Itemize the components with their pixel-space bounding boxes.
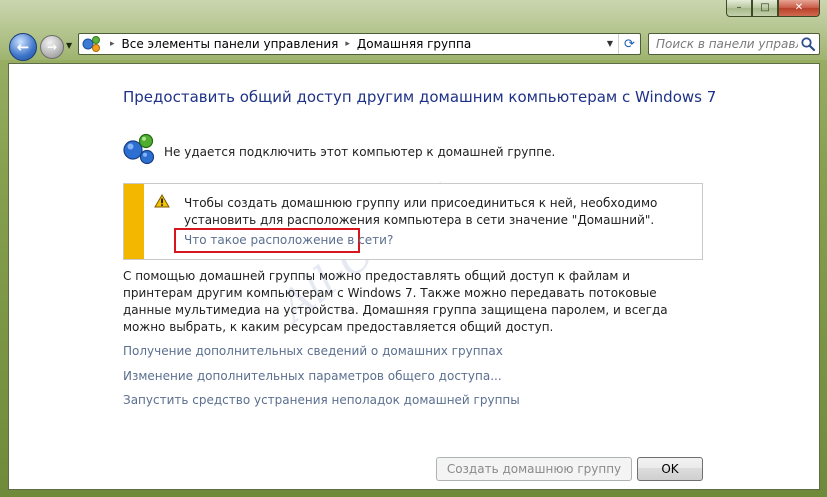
advanced-sharing-settings-link[interactable]: Изменение дополнительных параметров обще… bbox=[123, 369, 502, 383]
homegroup-icon bbox=[121, 132, 157, 166]
close-button[interactable]: ✕ bbox=[778, 0, 820, 17]
breadcrumb-separator: ▸ bbox=[110, 39, 115, 49]
recent-pages-dropdown[interactable]: ▼ bbox=[66, 41, 72, 50]
control-panel-icon bbox=[81, 34, 103, 54]
search-icon[interactable] bbox=[800, 36, 816, 52]
minimize-button[interactable]: – bbox=[726, 0, 752, 17]
ok-button[interactable]: OK bbox=[637, 457, 703, 481]
network-location-link[interactable]: Что такое расположение в сети? bbox=[174, 228, 393, 253]
breadcrumb-all-control-panel-items[interactable]: Все элементы панели управления bbox=[122, 37, 339, 51]
back-button[interactable]: ← bbox=[9, 33, 37, 61]
search-box[interactable]: Поиск в панели управл... bbox=[648, 33, 820, 55]
page-title: Предоставить общий доступ другим домашни… bbox=[123, 88, 717, 106]
window-frame: – □ ✕ ← → ▼ ▸ Все элементы панели управл… bbox=[0, 0, 827, 497]
search-input[interactable]: Поиск в панели управл... bbox=[656, 37, 798, 51]
caption-buttons: – □ ✕ bbox=[726, 0, 820, 19]
arrow-left-icon: ← bbox=[16, 38, 30, 56]
refresh-button[interactable]: ⟳ bbox=[618, 34, 640, 54]
content-panel: All-OS.Ru Предоставить общий доступ друг… bbox=[8, 63, 820, 490]
status-message: Не удается подключить этот компьютер к д… bbox=[164, 145, 556, 159]
refresh-icon: ⟳ bbox=[624, 36, 635, 52]
homegroup-troubleshooter-link[interactable]: Запустить средство устранения неполадок … bbox=[123, 393, 520, 407]
description-text: С помощью домашней группы можно предоста… bbox=[123, 269, 668, 334]
warning-box: Чтобы создать домашнюю группу или присое… bbox=[123, 183, 703, 260]
breadcrumb-homegroup[interactable]: Домашняя группа bbox=[357, 37, 471, 51]
warning-text: Чтобы создать домашнюю группу или присое… bbox=[184, 196, 658, 227]
learn-more-homegroups-link[interactable]: Получение дополнительных сведений о дома… bbox=[123, 344, 503, 358]
address-bar[interactable]: ▸ Все элементы панели управления ▸ Домаш… bbox=[78, 33, 641, 55]
warning-icon bbox=[154, 194, 170, 208]
breadcrumb-separator[interactable]: ▸ bbox=[345, 39, 350, 49]
maximize-button[interactable]: □ bbox=[752, 0, 778, 17]
warning-bar bbox=[124, 184, 144, 259]
forward-button[interactable]: → bbox=[40, 35, 64, 59]
create-homegroup-button[interactable]: Создать домашнюю группу bbox=[436, 457, 632, 481]
address-history-dropdown[interactable]: ▼ bbox=[602, 34, 618, 54]
arrow-right-icon: → bbox=[46, 40, 58, 54]
